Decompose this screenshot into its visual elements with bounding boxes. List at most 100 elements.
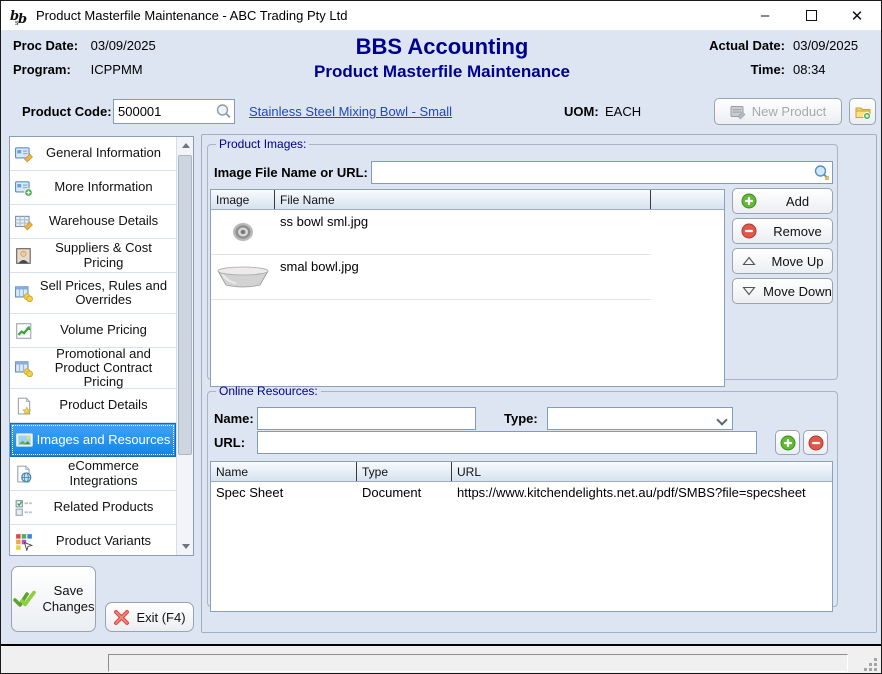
resource-type: Document [357, 482, 452, 504]
column-header-image[interactable]: Image [211, 190, 275, 209]
sidebar-item-volume-pricing[interactable]: Volume Pricing [10, 314, 176, 348]
table-row[interactable]: smal bowl.jpg [211, 255, 651, 300]
save-changes-button[interactable]: Save Changes [11, 566, 96, 632]
resource-name: Spec Sheet [211, 482, 357, 504]
product-code-label: Product Code: [22, 104, 112, 119]
scroll-down-icon[interactable] [177, 538, 194, 555]
column-header-name[interactable]: Name [211, 462, 357, 481]
price-table-icon [15, 359, 33, 377]
column-header-file-name[interactable]: File Name [275, 190, 651, 209]
steel-bowl-wide-thumbnail [215, 265, 271, 289]
header-right: Actual Date: 03/09/2025 Time: 08:34 [699, 38, 869, 77]
open-product-folder-button[interactable] [849, 98, 876, 125]
move-up-label: Move Up [763, 254, 832, 269]
scroll-up-icon[interactable] [177, 137, 194, 154]
sidebar-item-more-information[interactable]: More Information [10, 171, 176, 205]
image-file-name: ss bowl sml.jpg [275, 210, 651, 254]
image-search-icon[interactable] [813, 164, 830, 181]
window-title: Product Masterfile Maintenance - ABC Tra… [36, 8, 347, 23]
column-header-type[interactable]: Type [357, 462, 452, 481]
search-icon[interactable] [215, 103, 232, 120]
product-name-link[interactable]: Stainless Steel Mixing Bowl - Small [249, 104, 452, 119]
online-resources-table: Name Type URL Spec Sheet Document https:… [210, 461, 833, 612]
add-icon [741, 193, 757, 209]
maximize-button[interactable] [788, 1, 834, 30]
checklist-icon [15, 499, 33, 517]
status-bar [1, 646, 881, 674]
card-add-icon [15, 179, 33, 197]
new-product-button[interactable]: New Product [714, 98, 842, 125]
move-down-button[interactable]: Move Down [732, 278, 833, 304]
image-icon [16, 431, 34, 449]
product-images-table: Image File Name ss bowl sml.jpg [210, 189, 725, 387]
sidebar-item-warehouse-details[interactable]: Warehouse Details [10, 205, 176, 239]
remove-label: Remove [763, 224, 832, 239]
resource-name-input[interactable] [257, 407, 476, 430]
resource-url-input[interactable] [257, 431, 757, 454]
uom-value: EACH [605, 104, 641, 119]
status-message-panel [108, 654, 848, 672]
header-left: Proc Date: 03/09/2025 Program: ICPPMM [13, 38, 156, 86]
resource-url-label: URL: [214, 435, 245, 450]
folder-add-icon [855, 104, 871, 120]
sidebar-item-suppliers-cost-pricing[interactable]: Suppliers & Cost Pricing [10, 239, 176, 273]
triangle-down-icon [741, 283, 757, 299]
sidebar-item-images-and-resources[interactable]: Images and Resources [10, 423, 176, 457]
add-label: Add [763, 194, 832, 209]
sidebar-item-label: Warehouse Details [33, 214, 176, 228]
sidebar-item-label: Images and Resources [34, 433, 175, 447]
sidebar-item-related-products[interactable]: Related Products [10, 491, 176, 525]
resource-url: https://www.kitchendelights.net.au/pdf/S… [452, 482, 832, 504]
image-file-url-input[interactable] [371, 161, 833, 184]
minimize-button[interactable]: – [742, 1, 788, 30]
table-row[interactable]: ss bowl sml.jpg [211, 210, 651, 255]
sidebar-item-label: Product Details [33, 398, 176, 412]
actual-date-label: Actual Date: [699, 38, 785, 53]
triangle-up-icon [741, 253, 757, 269]
online-resources-table-header: Name Type URL [211, 462, 832, 482]
image-file-url-wrap [371, 161, 833, 184]
sidebar-item-sell-prices-rules-overrides[interactable]: Sell Prices, Rules and Overrides [10, 273, 176, 314]
remove-resource-button[interactable] [803, 430, 828, 455]
image-actions: Add Remove Move Up [732, 188, 833, 304]
sidebar-item-label: More Information [33, 180, 176, 194]
column-header-url[interactable]: URL [452, 462, 832, 481]
sidebar-item-promotional-contract-pricing[interactable]: Promotional and Product Contract Pricing [10, 348, 176, 389]
sidebar-item-label: Sell Prices, Rules and Overrides [33, 279, 176, 308]
product-images-table-header: Image File Name [211, 190, 724, 210]
time-label: Time: [699, 62, 785, 77]
sidebar-item-ecommerce-integrations[interactable]: eCommerce Integrations [10, 457, 176, 491]
image-thumbnail-cell [211, 210, 275, 254]
steel-bowl-small-thumbnail [230, 222, 256, 242]
close-x-icon [113, 609, 130, 626]
sidebar-item-product-variants[interactable]: Product Variants [10, 525, 176, 555]
remove-image-button[interactable]: Remove [732, 218, 833, 244]
resize-grip[interactable] [862, 656, 877, 671]
sidebar-item-label: General Information [33, 146, 176, 160]
close-button[interactable]: ✕ [834, 1, 880, 30]
product-images-group: Product Images: Image File Name or URL: … [207, 137, 838, 380]
sidebar-scrollbar[interactable] [176, 137, 193, 555]
add-image-button[interactable]: Add [732, 188, 833, 214]
image-thumbnail-cell [211, 255, 275, 299]
chart-up-icon [15, 322, 33, 340]
exit-button[interactable]: Exit (F4) [105, 602, 194, 632]
table-row[interactable]: Spec Sheet Document https://www.kitchend… [211, 482, 832, 504]
sidebar-item-general-information[interactable]: General Information [10, 137, 176, 171]
sidebar-item-label: Suppliers & Cost Pricing [33, 241, 176, 270]
card-edit-icon [15, 145, 33, 163]
move-down-label: Move Down [763, 284, 832, 299]
maximize-icon [806, 10, 817, 21]
sidebar-item-label: Related Products [33, 500, 176, 514]
resource-type-select[interactable] [547, 407, 733, 430]
actual-date-value: 03/09/2025 [793, 38, 869, 53]
sidebar-item-product-details[interactable]: Product Details [10, 389, 176, 423]
add-resource-button[interactable] [775, 430, 800, 455]
move-up-button[interactable]: Move Up [732, 248, 833, 274]
app-logo-icon: b b s [9, 6, 29, 26]
supplier-icon [15, 247, 33, 265]
sidebar-item-label: Promotional and Product Contract Pricing [33, 347, 176, 390]
new-product-label: New Product [752, 104, 826, 119]
remove-icon [808, 435, 824, 451]
sidebar-scroll-thumb[interactable] [178, 155, 192, 455]
